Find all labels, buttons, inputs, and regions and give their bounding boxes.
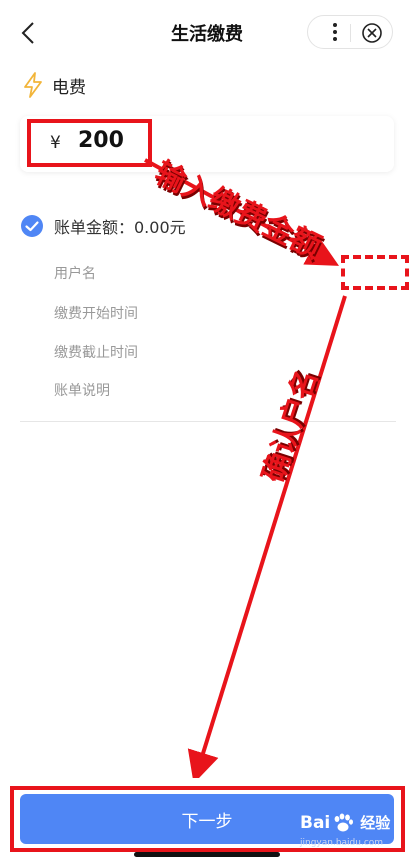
close-icon[interactable]	[360, 21, 384, 45]
mini-program-capsule	[307, 15, 393, 49]
home-indicator	[134, 852, 280, 857]
user-name-label: 用户名	[54, 266, 96, 282]
arrow-to-next-button	[187, 295, 347, 784]
paw-icon	[334, 813, 354, 831]
lightning-icon	[24, 72, 42, 98]
baidu-watermark: Bai 经验	[300, 812, 390, 833]
utility-type: 电费	[22, 70, 86, 100]
bill-amount-row[interactable]: 账单金额：0.00元	[20, 212, 186, 240]
watermark-brand-right: 经验	[360, 814, 391, 832]
amount-highlight-box	[27, 119, 152, 167]
annotation-confirm-user: 确认户名	[255, 365, 324, 487]
watermark-brand-left: Bai	[300, 812, 331, 833]
section-divider	[20, 421, 396, 422]
bill-description-label: 账单说明	[54, 383, 110, 399]
capsule-divider	[350, 24, 351, 42]
top-bar: 生活缴费	[0, 0, 414, 62]
utility-label: 电费	[52, 77, 86, 98]
checkbox-checked-icon[interactable]	[20, 214, 44, 238]
payment-deadline-label: 缴费截止时间	[54, 345, 138, 361]
payment-start-time-label: 缴费开始时间	[54, 306, 138, 322]
user-name-highlight-box	[341, 255, 409, 290]
bill-amount-label: 账单金额：0.00元	[54, 218, 186, 237]
more-icon[interactable]	[324, 21, 346, 43]
watermark-url: jingyan.baidu.com	[300, 838, 384, 848]
